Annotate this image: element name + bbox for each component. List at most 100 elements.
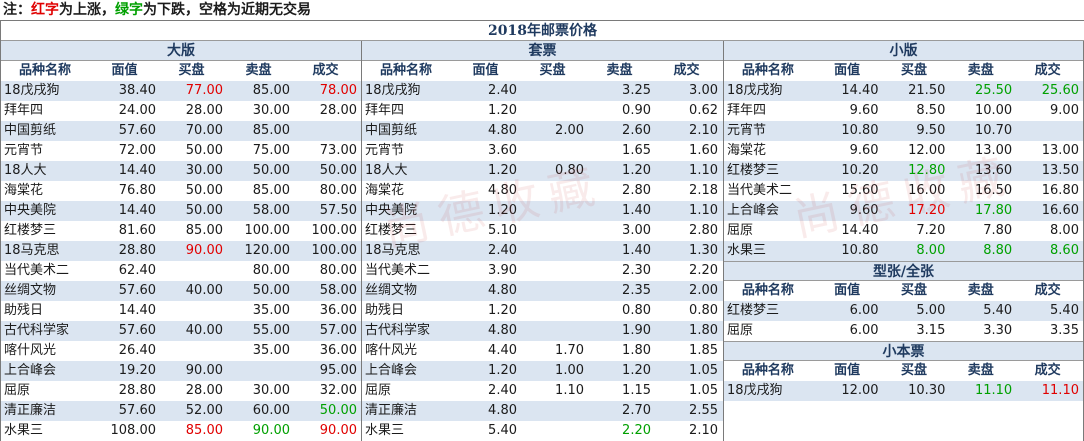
- cell-name: 清正廉洁: [4, 403, 57, 418]
- cell-deal: 8.60: [1050, 243, 1079, 258]
- cell-buy: 10.30: [908, 383, 946, 398]
- table-row: 清正廉洁 57.60 52.00 60.00 50.00: [1, 401, 361, 421]
- cell-face-value: 57.60: [118, 123, 156, 138]
- cell-sell: 3.00: [622, 223, 651, 238]
- cell-deal: 13.00: [1041, 143, 1079, 158]
- cell-face-value: 24.00: [118, 103, 156, 118]
- cell-deal: 50.00: [319, 403, 357, 418]
- cell-deal: 0.80: [689, 303, 718, 318]
- cell-deal: 80.00: [319, 183, 357, 198]
- cell-face-value: 1.20: [488, 303, 517, 318]
- cell-name: 红楼梦三: [365, 223, 418, 238]
- cell-face-value: 1.20: [488, 163, 517, 178]
- table-row: 屈原 14.40 7.20 7.80 8.00: [724, 221, 1083, 241]
- cell-deal: 100.00: [311, 223, 358, 238]
- table-row: 助残日 1.20 0.80 0.80: [362, 301, 723, 321]
- cell-deal: 28.00: [319, 103, 357, 118]
- cell-deal: 1.05: [689, 383, 718, 398]
- cell-sell: 80.00: [252, 263, 290, 278]
- table-row: 红楼梦三 10.20 12.80 13.60 13.50: [724, 161, 1083, 181]
- cell-buy: 50.00: [185, 143, 223, 158]
- cell-deal: 16.80: [1041, 183, 1079, 198]
- cell-name: 海棠花: [4, 183, 44, 198]
- cell-buy: 1.10: [555, 383, 584, 398]
- cell-deal: 2.10: [689, 423, 718, 438]
- cell-buy: 50.00: [185, 203, 223, 218]
- legend-prefix: 注：: [3, 2, 31, 18]
- table-row: 中国剪纸 4.80 2.00 2.60 2.10: [362, 121, 723, 141]
- cell-name: 屈原: [4, 383, 31, 398]
- panel-taopiao: 套票 品种名称 面值 买盘 卖盘 成交 18戊戌狗 2.40 3.25 3.00 拜年四 1.20 0…: [362, 41, 724, 441]
- cell-name: 丝绸文物: [4, 283, 57, 298]
- cell-face-value: 9.60: [849, 203, 879, 218]
- section-title-xiaoban: 小版: [724, 41, 1083, 61]
- cell-sell: 35.00: [252, 303, 290, 318]
- cell-face-value: 14.40: [841, 223, 879, 238]
- cell-deal: [1016, 121, 1083, 141]
- legend-mid-2: 为下跌，空格为近期无交易: [143, 2, 311, 18]
- cell-sell: 30.00: [252, 383, 290, 398]
- cell-sell: 30.00: [252, 103, 290, 118]
- cell-deal: 13.50: [1041, 163, 1079, 178]
- cell-name: 水果三: [365, 423, 405, 438]
- cell-face-value: 2.40: [488, 383, 517, 398]
- cell-buy: 90.00: [185, 363, 223, 378]
- table-row: 18人大 14.40 30.00 50.00 50.00: [1, 161, 361, 181]
- cell-buy: 50.00: [185, 183, 223, 198]
- sheet-title: 2018年邮票价格: [1, 21, 1084, 41]
- cell-sell: 8.80: [983, 243, 1013, 258]
- cell-buy: 16.00: [908, 183, 946, 198]
- table-row: 上合峰会 9.60 17.20 17.80 16.60: [724, 201, 1083, 221]
- cell-name: 助残日: [365, 303, 405, 318]
- cell-deal: 1.05: [689, 363, 718, 378]
- cell-deal: 58.00: [319, 283, 357, 298]
- cell-buy: [160, 341, 227, 361]
- table-header-row: 品种名称 面值 买盘 卖盘 成交: [1, 61, 361, 81]
- cell-deal: 1.80: [689, 323, 718, 338]
- cell-face-value: 5.10: [488, 223, 517, 238]
- cell-deal: 2.20: [689, 263, 718, 278]
- table-row: 元宵节 10.80 9.50 10.70: [724, 121, 1083, 141]
- cell-name: 中央美院: [4, 203, 57, 218]
- panel-daban: 大版 品种名称 面值 买盘 卖盘 成交 18戊戌狗 38.40 77.00 85.00 78.00…: [1, 41, 362, 441]
- cell-name: 古代科学家: [4, 323, 70, 338]
- cell-deal: 11.10: [1041, 383, 1079, 398]
- cell-face-value: 19.20: [118, 363, 156, 378]
- cell-face-value: 14.40: [118, 303, 156, 318]
- table-row: 丝绸文物 57.60 40.00 50.00 58.00: [1, 281, 361, 301]
- cell-buy: 85.00: [185, 423, 223, 438]
- table-row: 拜年四 24.00 28.00 30.00 28.00: [1, 101, 361, 121]
- cell-face-value: 4.80: [488, 283, 517, 298]
- column-header: 买盘: [900, 363, 927, 378]
- cell-buy: 12.00: [908, 143, 946, 158]
- column-header: 面值: [834, 63, 861, 78]
- table-row: 屈原 28.80 28.00 30.00 32.00: [1, 381, 361, 401]
- cell-name: 拜年四: [365, 103, 405, 118]
- cell-buy: 2.00: [555, 123, 584, 138]
- cell-deal: 1.10: [689, 163, 718, 178]
- column-header: 卖盘: [245, 63, 272, 78]
- column-header: 成交: [1034, 363, 1061, 378]
- cell-deal: 25.60: [1041, 83, 1079, 98]
- cell-name: 元宵节: [365, 143, 405, 158]
- column-header: 卖盘: [967, 63, 994, 78]
- cell-buy: [521, 401, 588, 421]
- table-row: 海棠花 9.60 12.00 13.00 13.00: [724, 141, 1083, 161]
- cell-sell: 2.60: [622, 123, 651, 138]
- cell-buy: [521, 101, 588, 121]
- cell-name: 元宵节: [727, 123, 767, 138]
- cell-name: 18戊戌狗: [365, 83, 421, 98]
- table-row: 清正廉洁 4.80 2.70 2.55: [362, 401, 723, 421]
- table-row: 水果三 108.00 85.00 90.00 90.00: [1, 421, 361, 441]
- table-row: 红楼梦三 5.10 3.00 2.80: [362, 221, 723, 241]
- table-xingzhang: 品种名称 面值 买盘 卖盘 成交 红楼梦三 6.00 5.00 5.40 5.40 屈原 6.00 3.…: [724, 281, 1083, 341]
- cell-sell: 1.20: [622, 163, 651, 178]
- cell-deal: 36.00: [319, 303, 357, 318]
- cell-face-value: 3.90: [488, 263, 517, 278]
- cell-name: 中国剪纸: [365, 123, 418, 138]
- column-header: 买盘: [900, 283, 927, 298]
- legend-mid-1: 为上涨，: [59, 2, 115, 18]
- table-header-row: 品种名称 面值 买盘 卖盘 成交: [724, 361, 1083, 381]
- table-xiaobenpiao: 品种名称 面值 买盘 卖盘 成交 18戊戌狗 12.00 10.30 11.10 11.10: [724, 361, 1083, 401]
- cell-deal: 8.00: [1050, 223, 1079, 238]
